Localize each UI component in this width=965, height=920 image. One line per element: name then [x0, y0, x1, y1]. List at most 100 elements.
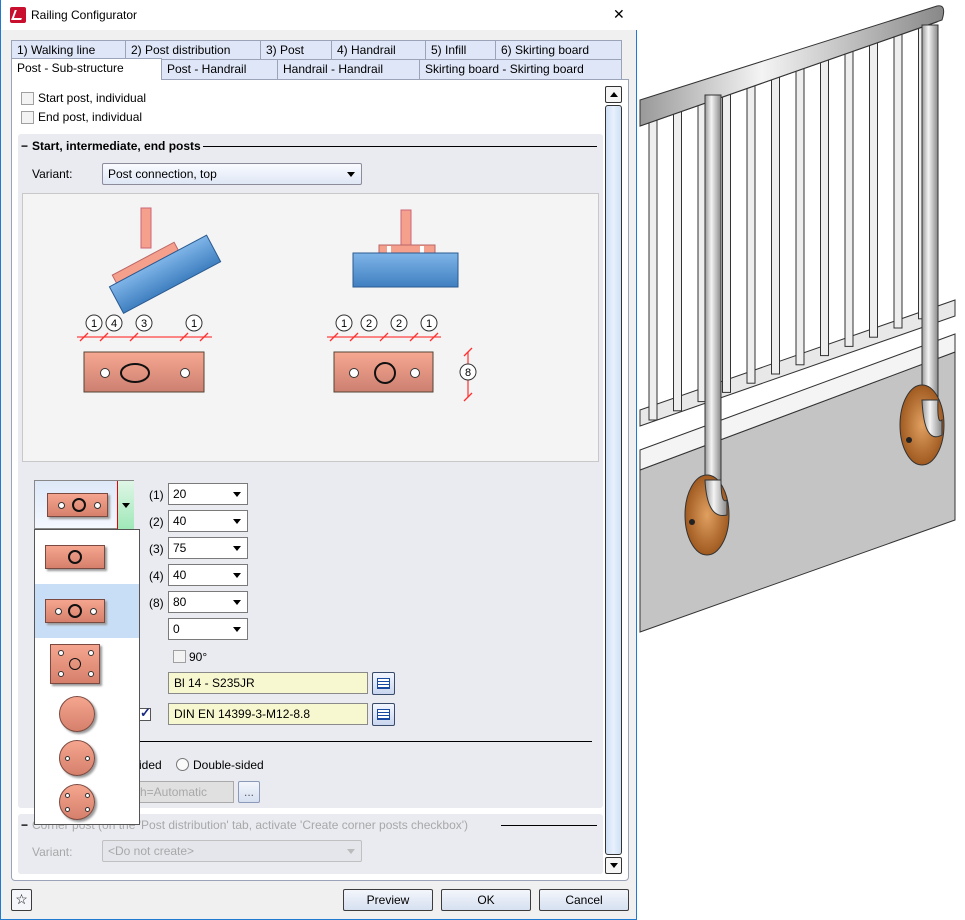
dim-bubble-label: 8	[465, 367, 471, 379]
dim-label-3: (3)	[149, 542, 164, 556]
scroll-thumb[interactable]	[605, 105, 622, 855]
tab-handrail-handrail[interactable]: Handrail - Handrail	[277, 59, 420, 79]
plate-3-holes-icon	[47, 493, 108, 517]
tab-skirting-skirting[interactable]: Skirting board - Skirting board	[419, 59, 622, 79]
tab-skirting-board[interactable]: 6) Skirting board	[495, 40, 622, 59]
dim-bubble-label: 4	[111, 318, 117, 330]
rotate-90-checkbox[interactable]	[173, 650, 186, 663]
baluster	[771, 75, 780, 375]
double-sided-radio[interactable]	[176, 758, 189, 771]
baluster	[844, 50, 854, 347]
ok-button[interactable]: OK	[441, 889, 531, 911]
dim-bubble-label: 2	[366, 318, 372, 330]
tab-infill[interactable]: 5) Infill	[425, 40, 496, 59]
dim-8-select[interactable]: 80	[168, 591, 248, 613]
chevron-down-icon	[233, 600, 241, 605]
dim-label-8: (8)	[149, 596, 164, 610]
corner-variant-label: Variant:	[32, 845, 73, 859]
divider	[203, 146, 597, 147]
star-icon: ☆	[15, 891, 28, 907]
dim-label-1: (1)	[149, 488, 164, 502]
dim-label-2: (2)	[149, 515, 164, 529]
railing-configurator-dialog: Railing Configurator ✕ 1) Walking line 2…	[0, 0, 637, 920]
dim-2-select[interactable]: 40	[168, 510, 248, 532]
favorites-button[interactable]: ☆	[11, 889, 32, 911]
baluster	[795, 67, 805, 366]
scrollbar[interactable]	[605, 86, 622, 874]
plate-option-circle-2-holes[interactable]	[35, 734, 139, 778]
tab-post-distribution[interactable]: 2) Post distribution	[125, 40, 261, 59]
rotate-90-label: 90°	[189, 650, 208, 664]
tab-post-handrail[interactable]: Post - Handrail	[161, 59, 278, 79]
length-ellipsis-button[interactable]: ...	[238, 781, 260, 803]
plate-option-1-hole[interactable]	[35, 530, 139, 584]
tab-post-sub-structure[interactable]: Post - Sub-structure	[11, 58, 162, 80]
connection-diagram: 1 4 3 1 1 2 2 1 8	[22, 193, 599, 462]
diagram-svg: 1 4 3 1 1 2 2 1 8	[77, 207, 477, 402]
plate-type-list[interactable]	[34, 529, 140, 825]
baluster	[648, 117, 658, 421]
app-icon	[10, 7, 26, 23]
single-sided-label: ided	[139, 758, 162, 772]
material-catalog-button[interactable]	[372, 672, 395, 695]
scroll-up-button[interactable]	[605, 86, 622, 103]
end-post-checkbox[interactable]	[21, 111, 34, 124]
double-sided-label: Double-sided	[193, 758, 264, 772]
plate-option-circle-4-holes[interactable]	[35, 778, 139, 824]
flat-connection	[352, 209, 459, 288]
chevron-down-icon	[347, 172, 355, 177]
divider	[501, 825, 597, 826]
tab-handrail[interactable]: 4) Handrail	[331, 40, 426, 59]
baluster	[869, 41, 878, 338]
baluster	[893, 33, 903, 329]
variant-label: Variant:	[32, 167, 73, 181]
dim-label-4: (4)	[149, 569, 164, 583]
divider	[136, 741, 592, 742]
plate-option-3-holes[interactable]	[35, 584, 139, 638]
cancel-button[interactable]: Cancel	[539, 889, 629, 911]
baluster	[820, 58, 829, 357]
dim-1-select[interactable]: 20	[168, 483, 248, 505]
plate-option-5-holes[interactable]	[35, 638, 139, 690]
dim-3-select[interactable]: 75	[168, 537, 248, 559]
dim-bubble-label: 2	[396, 318, 402, 330]
dim-bubble-label: 1	[426, 318, 432, 330]
dim-bubble-label: 1	[91, 318, 97, 330]
railing-3d-preview	[639, 5, 956, 633]
corner-variant-select[interactable]: <Do not create>	[102, 840, 362, 862]
offset-select[interactable]: 0	[168, 618, 248, 640]
scroll-down-button[interactable]	[605, 857, 622, 874]
plate-type-combo[interactable]	[34, 480, 134, 529]
dim-4-select[interactable]: 40	[168, 564, 248, 586]
window-title: Railing Configurator	[31, 8, 138, 22]
preview-button[interactable]: Preview	[343, 889, 433, 911]
chevron-down-icon	[233, 492, 241, 497]
chevron-down-icon	[233, 546, 241, 551]
combo-dropdown-button[interactable]	[117, 481, 134, 529]
bolt-field[interactable]: DIN EN 14399-3-M12-8.8	[168, 703, 368, 725]
baluster	[722, 92, 731, 393]
end-post-label: End post, individual	[38, 110, 143, 124]
chevron-down-icon	[347, 849, 355, 854]
posts-group-collapse[interactable]: −	[21, 139, 28, 153]
dim-bubble-label: 1	[341, 318, 347, 330]
chevron-down-icon	[233, 573, 241, 578]
tab-walking-line[interactable]: 1) Walking line	[11, 40, 126, 59]
baluster	[673, 109, 682, 412]
title-bar: Railing Configurator ✕	[1, 0, 637, 30]
post-right	[899, 24, 945, 466]
dim-bubble-label: 3	[141, 318, 147, 330]
start-post-label: Start post, individual	[38, 91, 147, 105]
catalog-icon	[377, 709, 390, 720]
chevron-down-icon	[233, 519, 241, 524]
plate-option-circle[interactable]	[35, 690, 139, 734]
bolt-catalog-button[interactable]	[372, 703, 395, 726]
tab-post[interactable]: 3) Post	[260, 40, 332, 59]
corner-group-collapse[interactable]: −	[21, 818, 28, 832]
posts-group-title: Start, intermediate, end posts	[32, 139, 201, 153]
variant-select[interactable]: Post connection, top	[102, 163, 362, 185]
catalog-icon	[377, 678, 390, 689]
start-post-checkbox[interactable]	[21, 92, 34, 105]
material-field[interactable]: Bl 14 - S235JR	[168, 672, 368, 694]
close-icon[interactable]: ✕	[613, 6, 625, 23]
